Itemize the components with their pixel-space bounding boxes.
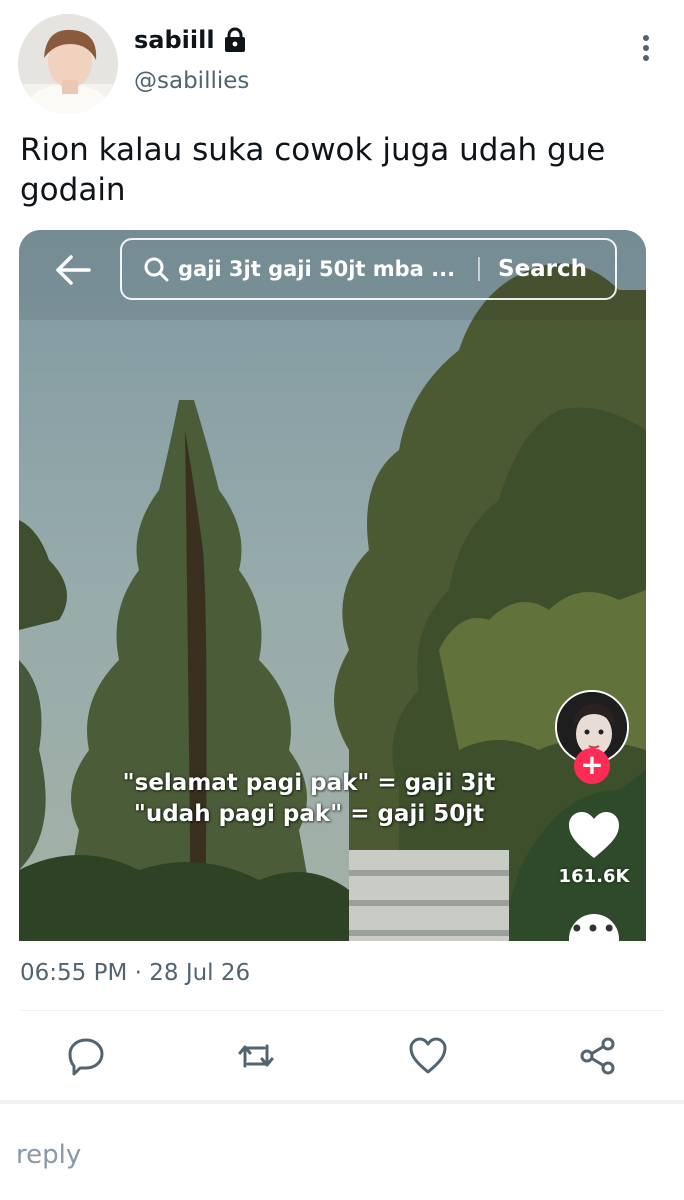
share-icon[interactable] xyxy=(578,1036,618,1076)
search-divider xyxy=(478,257,480,281)
search-icon xyxy=(142,255,170,283)
author-name-row: sabiill xyxy=(134,26,247,54)
trees-scene-image xyxy=(19,230,646,941)
heart-icon[interactable] xyxy=(567,810,621,860)
tweet-timestamp[interactable]: 06:55 PM · 28 Jul 26 xyxy=(20,960,250,986)
like-count: 161.6K xyxy=(558,866,630,887)
search-query-text[interactable]: gaji 3jt gaji 50jt mba ... xyxy=(178,257,468,281)
caption-line-1: "selamat pagi pak" = gaji 3jt xyxy=(122,770,496,796)
comment-icon[interactable]: ••• xyxy=(569,914,619,941)
comment-dots: ••• xyxy=(569,915,619,941)
like-icon[interactable] xyxy=(408,1036,448,1076)
reply-input[interactable]: reply xyxy=(16,1140,81,1170)
tweet-detail-page: sabiill @sabillies Rion kalau suka cowok… xyxy=(0,0,684,1200)
author-display-name[interactable]: sabiill xyxy=(134,26,215,54)
more-options-icon[interactable] xyxy=(636,30,656,70)
search-button[interactable]: Search xyxy=(498,256,587,282)
retweet-icon[interactable] xyxy=(236,1036,276,1076)
author-avatar[interactable] xyxy=(18,14,118,114)
caption-line-2: "udah pagi pak" = gaji 50jt xyxy=(133,801,485,827)
video-caption: "selamat pagi pak" = gaji 3jt "udah pagi… xyxy=(79,768,539,830)
tweet-action-bar xyxy=(0,1030,684,1086)
follow-plus-button[interactable]: + xyxy=(574,748,610,784)
divider xyxy=(20,1010,664,1011)
section-divider xyxy=(0,1100,684,1104)
back-arrow-icon[interactable] xyxy=(53,250,93,290)
tweet-text: Rion kalau suka cowok juga udah gue goda… xyxy=(20,132,606,208)
reply-icon[interactable] xyxy=(66,1036,106,1076)
tiktok-search-bar[interactable]: gaji 3jt gaji 50jt mba ... Search xyxy=(120,238,617,300)
lock-icon xyxy=(223,27,247,53)
tweet-media-image[interactable]: gaji 3jt gaji 50jt mba ... Search "selam… xyxy=(19,230,646,941)
author-handle[interactable]: @sabillies xyxy=(134,68,249,94)
